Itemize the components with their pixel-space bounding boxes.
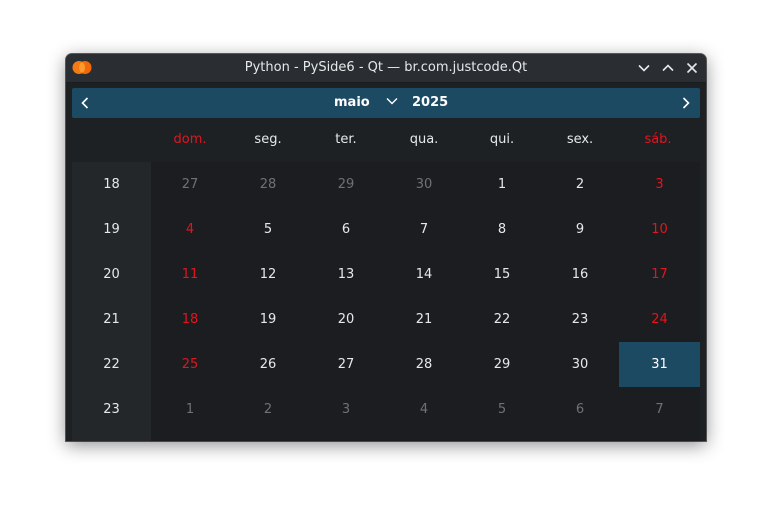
day-cell[interactable]: 14 <box>385 252 463 297</box>
chevron-right-icon <box>682 97 690 109</box>
day-cell[interactable]: 10 <box>619 207 700 252</box>
day-cell[interactable]: 27 <box>151 162 229 207</box>
day-cell[interactable]: 19 <box>229 297 307 342</box>
day-cell[interactable]: 30 <box>385 162 463 207</box>
weekday-header: sáb. <box>644 132 672 147</box>
weekday-header: sex. <box>566 132 594 147</box>
day-cell[interactable]: 13 <box>307 252 385 297</box>
week-number-column: 18 19 20 21 22 23 <box>72 162 151 441</box>
day-cell[interactable]: 2 <box>229 387 307 432</box>
week-number: 18 <box>103 177 120 192</box>
month-selector[interactable]: maio <box>334 88 398 118</box>
calendar-navigation-bar: maio 2025 <box>72 88 700 118</box>
week-number: 21 <box>103 312 120 327</box>
day-cell[interactable]: 11 <box>151 252 229 297</box>
chevron-up-icon <box>662 64 674 72</box>
days-area: 27 28 29 30 1 2 3 4 5 6 7 8 9 10 11 12 13 14 15 16 17 18 19 20 2… <box>151 162 700 441</box>
day-cell[interactable]: 6 <box>541 387 619 432</box>
day-cell[interactable]: 22 <box>463 297 541 342</box>
week-number: 20 <box>103 267 120 282</box>
chevron-down-icon <box>386 98 398 105</box>
year-selector[interactable]: 2025 <box>412 88 448 118</box>
day-cell[interactable]: 20 <box>307 297 385 342</box>
day-cell[interactable]: 28 <box>385 342 463 387</box>
close-icon <box>686 62 698 74</box>
day-cell[interactable]: 23 <box>541 297 619 342</box>
day-cell[interactable]: 25 <box>151 342 229 387</box>
day-cell[interactable]: 27 <box>307 342 385 387</box>
maximize-button[interactable] <box>660 60 676 76</box>
day-cell[interactable]: 17 <box>619 252 700 297</box>
weekday-header: dom. <box>173 132 207 147</box>
next-month-button[interactable] <box>678 95 694 111</box>
calendar-grid: dom. seg. ter. qua. qui. sex. sáb. 18 19 20 21 22 2… <box>72 118 700 441</box>
weekday-header: seg. <box>254 132 282 147</box>
day-cell[interactable]: 31 <box>619 342 700 387</box>
day-cell[interactable]: 4 <box>385 387 463 432</box>
day-cell[interactable]: 29 <box>463 342 541 387</box>
minimize-button[interactable] <box>636 60 652 76</box>
month-label: maio <box>334 95 370 110</box>
day-cell[interactable]: 18 <box>151 297 229 342</box>
day-cell[interactable]: 16 <box>541 252 619 297</box>
weekday-header: qua. <box>409 132 439 147</box>
day-cell[interactable]: 28 <box>229 162 307 207</box>
close-button[interactable] <box>684 60 700 76</box>
day-cell[interactable]: 26 <box>229 342 307 387</box>
day-cell[interactable]: 7 <box>385 207 463 252</box>
day-cell[interactable]: 3 <box>619 162 700 207</box>
week-number: 23 <box>103 402 120 417</box>
day-cell[interactable]: 8 <box>463 207 541 252</box>
day-cell[interactable]: 24 <box>619 297 700 342</box>
weekday-header-row: dom. seg. ter. qua. qui. sex. sáb. <box>72 118 700 162</box>
week-number: 22 <box>103 357 120 372</box>
day-cell[interactable]: 4 <box>151 207 229 252</box>
day-cell[interactable]: 6 <box>307 207 385 252</box>
weekday-header: qui. <box>489 132 515 147</box>
day-cell[interactable]: 15 <box>463 252 541 297</box>
day-cell[interactable]: 29 <box>307 162 385 207</box>
previous-month-button[interactable] <box>77 95 93 111</box>
window-title: Python - PySide6 - Qt — br.com.justcode.… <box>244 60 528 75</box>
day-cell[interactable]: 5 <box>463 387 541 432</box>
calendar-window: Python - PySide6 - Qt — br.com.justcode.… <box>66 54 706 441</box>
weekday-header: ter. <box>335 132 357 147</box>
week-number: 19 <box>103 222 120 237</box>
day-cell[interactable]: 5 <box>229 207 307 252</box>
day-cell[interactable]: 1 <box>463 162 541 207</box>
day-cell[interactable]: 9 <box>541 207 619 252</box>
day-cell[interactable]: 3 <box>307 387 385 432</box>
title-bar[interactable]: Python - PySide6 - Qt — br.com.justcode.… <box>66 54 706 83</box>
day-cell[interactable]: 21 <box>385 297 463 342</box>
day-cell[interactable]: 12 <box>229 252 307 297</box>
day-cell[interactable]: 1 <box>151 387 229 432</box>
chevron-left-icon <box>81 97 89 109</box>
day-cell[interactable]: 2 <box>541 162 619 207</box>
day-cell[interactable]: 30 <box>541 342 619 387</box>
chevron-down-icon <box>638 64 650 72</box>
day-cell[interactable]: 7 <box>619 387 700 432</box>
